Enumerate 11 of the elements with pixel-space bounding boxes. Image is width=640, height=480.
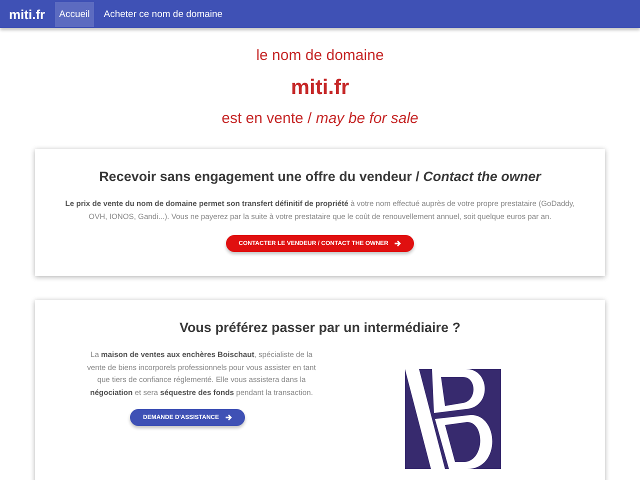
card-title: Vous préférez passer par un intermédiaire ? bbox=[178, 320, 462, 335]
hero-text: le nom de domaine bbox=[256, 47, 384, 64]
domain-name: miti.fr bbox=[290, 76, 350, 100]
nav-link[interactable]: Acheter ce nom de domaine bbox=[100, 2, 227, 26]
logo-icon bbox=[404, 369, 500, 469]
arrow-icon bbox=[225, 414, 232, 421]
nav-link[interactable]: Accueil bbox=[55, 2, 94, 26]
hero-text: est en vente / may be for sale bbox=[222, 110, 418, 127]
card-title: Recevoir sans engagement une offre du vendeur / Contact the owner bbox=[98, 169, 542, 184]
site-brand[interactable]: miti.fr bbox=[9, 6, 46, 22]
arrow-icon bbox=[394, 240, 402, 247]
